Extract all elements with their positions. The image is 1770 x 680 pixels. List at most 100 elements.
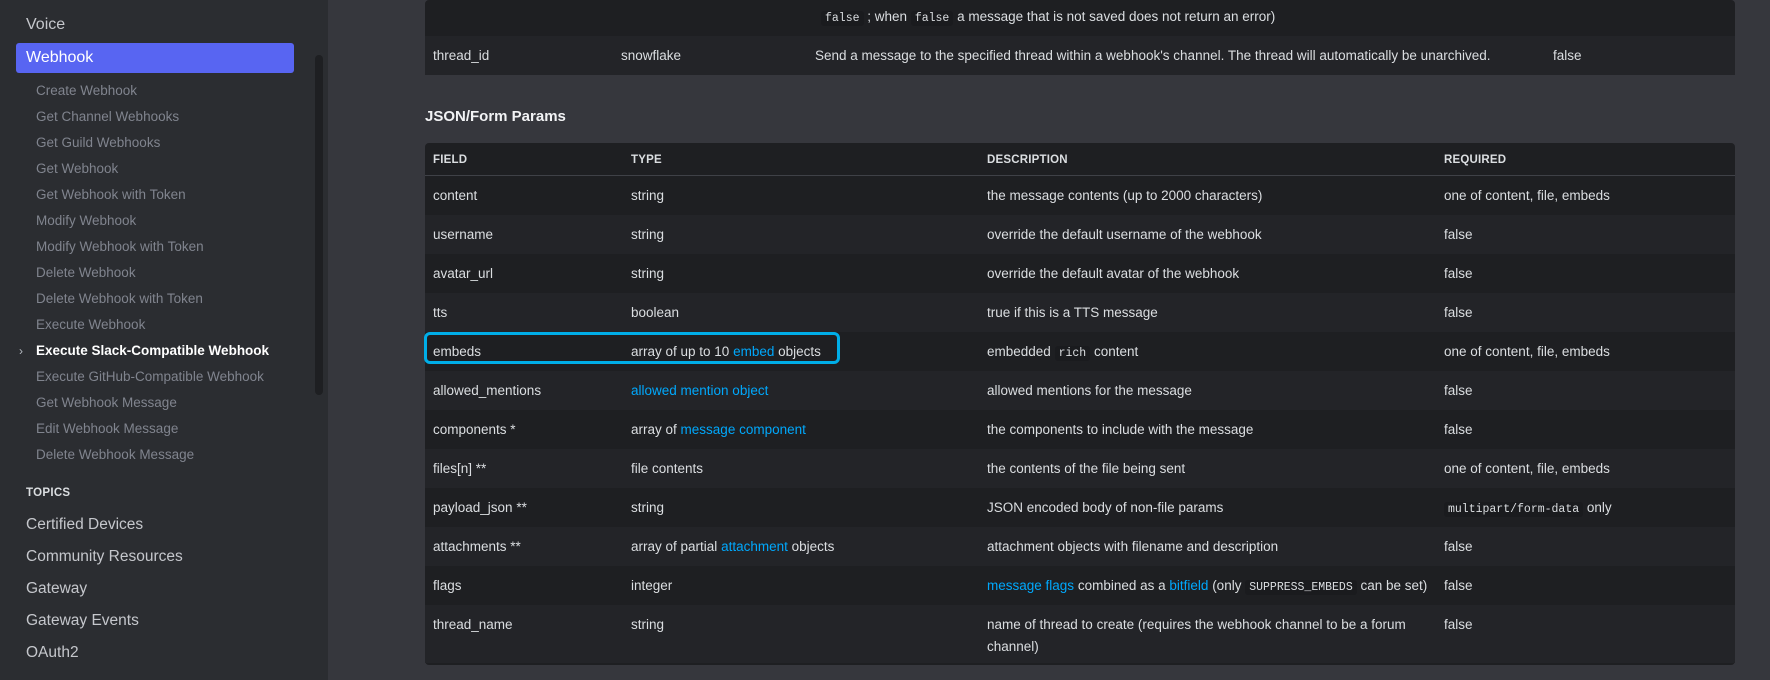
table-row: attachments ** array of partial attachme… [425, 527, 1735, 566]
required-cell: one of content, file, embeds [1444, 344, 1610, 359]
description-cell: the message contents (up to 2000 charact… [987, 188, 1263, 203]
sidebar-subitem-get-webhook-with-token[interactable]: Get Webhook with Token [36, 187, 186, 202]
type-cell: string [631, 617, 665, 632]
sidebar-subitem-execute-slack-compatible-webhook[interactable]: Execute Slack-Compatible Webhook [36, 343, 269, 358]
field-cell: files[n] ** [433, 461, 487, 476]
description-cell-line2: channel) [987, 639, 1039, 654]
attachment-link[interactable]: attachment [721, 539, 788, 554]
sidebar-topic-oauth2[interactable]: OAuth2 [26, 644, 79, 662]
table-row: avatar_url string override the default a… [425, 254, 1735, 293]
header-description: DESCRIPTION [987, 154, 1068, 166]
sidebar-topic-gateway-events[interactable]: Gateway Events [26, 612, 139, 630]
required-cell: one of content, file, embeds [1444, 461, 1610, 476]
bitfield-link[interactable]: bitfield [1169, 578, 1208, 593]
description-cell: embedded rich content [987, 344, 1139, 361]
sidebar-subitem-modify-webhook-with-token[interactable]: Modify Webhook with Token [36, 239, 204, 254]
description-cell: message flags combined as a bitfield (on… [987, 578, 1428, 595]
table-header: FIELD TYPE DESCRIPTION REQUIRED [425, 143, 1735, 176]
table-row: files[n] ** file contents the contents o… [425, 449, 1735, 488]
sidebar: Voice Webhook Create Webhook Get Channel… [0, 0, 328, 680]
type-cell: array of message component [631, 422, 806, 437]
required-cell: false [1444, 305, 1473, 320]
table-row: allowed_mentions allowed mention object … [425, 371, 1735, 410]
sidebar-subitem-create-webhook[interactable]: Create Webhook [36, 83, 137, 98]
header-type: TYPE [631, 154, 662, 166]
sidebar-subitem-get-channel-webhooks[interactable]: Get Channel Webhooks [36, 109, 179, 124]
sidebar-subitem-get-webhook-message[interactable]: Get Webhook Message [36, 395, 177, 410]
type-cell: integer [631, 578, 673, 593]
field-cell: tts [433, 305, 448, 320]
required-cell: false [1444, 617, 1473, 632]
description-cell: the contents of the file being sent [987, 461, 1186, 476]
embeds-row-highlight [424, 332, 840, 364]
header-required: REQUIRED [1444, 154, 1507, 166]
required-cell: false [1444, 266, 1473, 281]
description-cell: name of thread to create (requires the w… [987, 617, 1406, 632]
required-cell: one of content, file, embeds [1444, 188, 1610, 203]
allowed-mention-object-link[interactable]: allowed mention object [631, 383, 768, 398]
field-cell: username [433, 227, 494, 242]
required-cell: false [1444, 227, 1473, 242]
sidebar-subitem-delete-webhook[interactable]: Delete Webhook [36, 265, 136, 280]
sidebar-subitem-edit-webhook-message[interactable]: Edit Webhook Message [36, 421, 178, 436]
table-row: content string the message contents (up … [425, 176, 1735, 215]
description-cell: override the default avatar of the webho… [987, 266, 1240, 281]
sidebar-subitem-modify-webhook[interactable]: Modify Webhook [36, 213, 136, 228]
sidebar-topic-certified-devices[interactable]: Certified Devices [26, 516, 143, 534]
type-cell: boolean [631, 305, 680, 320]
sidebar-subitem-execute-github-compatible-webhook[interactable]: Execute GitHub-Compatible Webhook [36, 369, 264, 384]
field-cell: components * [433, 422, 516, 437]
sidebar-scrollbar[interactable] [315, 55, 323, 395]
field-cell: attachments ** [433, 539, 521, 554]
sidebar-subitem-execute-webhook[interactable]: Execute Webhook [36, 317, 145, 332]
field-cell: allowed_mentions [433, 383, 542, 398]
sidebar-item-voice[interactable]: Voice [26, 16, 65, 34]
table-row: username string override the default use… [425, 215, 1735, 254]
table-row: components * array of message component … [425, 410, 1735, 449]
description-cell: true if this is a TTS message [987, 305, 1158, 320]
type-cell: string [631, 266, 665, 281]
sidebar-topic-gateway[interactable]: Gateway [26, 580, 87, 598]
message-flags-link[interactable]: message flags [987, 578, 1074, 593]
description-cell: override the default username of the web… [987, 227, 1262, 242]
type-cell: array of partial attachment objects [631, 539, 835, 554]
description-cell: JSON encoded body of non-file params [987, 500, 1224, 515]
required-cell: false [1444, 422, 1473, 437]
cut-off-description: false ; when false a message that is not… [821, 9, 1275, 26]
sidebar-subitem-get-webhook[interactable]: Get Webhook [36, 161, 118, 176]
sidebar-subitem-delete-webhook-with-token[interactable]: Delete Webhook with Token [36, 291, 203, 306]
table-row: flags integer message flags combined as … [425, 566, 1735, 605]
field-cell: content [433, 188, 478, 203]
description-cell: allowed mentions for the message [987, 383, 1192, 398]
required-cell: false [1444, 578, 1473, 593]
sidebar-subitem-delete-webhook-message[interactable]: Delete Webhook Message [36, 447, 194, 462]
field-cell: payload_json ** [433, 500, 527, 515]
section-title-json-form-params: JSON/Form Params [425, 108, 566, 125]
query-params-table: false ; when false a message that is not… [425, 0, 1735, 75]
table-row: thread_id snowflake Send a message to th… [425, 36, 1735, 75]
type-cell: string [631, 500, 665, 515]
required-cell: multipart/form-data only [1444, 500, 1612, 517]
message-component-link[interactable]: message component [681, 422, 806, 437]
header-field: FIELD [433, 154, 468, 166]
sidebar-item-webhook[interactable]: Webhook [16, 43, 294, 73]
sidebar-subitem-get-guild-webhooks[interactable]: Get Guild Webhooks [36, 135, 160, 150]
type-cell: string [631, 227, 665, 242]
type-cell: snowflake [621, 48, 682, 63]
field-cell: avatar_url [433, 266, 494, 281]
field-cell: flags [433, 578, 462, 593]
field-cell: thread_id [433, 48, 490, 63]
required-cell: false [1444, 383, 1473, 398]
required-cell: false [1553, 48, 1582, 63]
chevron-right-icon[interactable]: › [19, 344, 23, 358]
type-cell: file contents [631, 461, 704, 476]
json-form-params-table: FIELD TYPE DESCRIPTION REQUIRED content … [425, 143, 1735, 665]
topics-heading: TOPICS [26, 487, 71, 499]
type-cell: string [631, 188, 665, 203]
table-row: payload_json ** string JSON encoded body… [425, 488, 1735, 527]
field-cell: thread_name [433, 617, 513, 632]
required-cell: false [1444, 539, 1473, 554]
table-row: thread_name string name of thread to cre… [425, 605, 1735, 663]
sidebar-topic-community-resources[interactable]: Community Resources [26, 548, 183, 566]
description-cell: Send a message to the specified thread w… [815, 48, 1491, 63]
